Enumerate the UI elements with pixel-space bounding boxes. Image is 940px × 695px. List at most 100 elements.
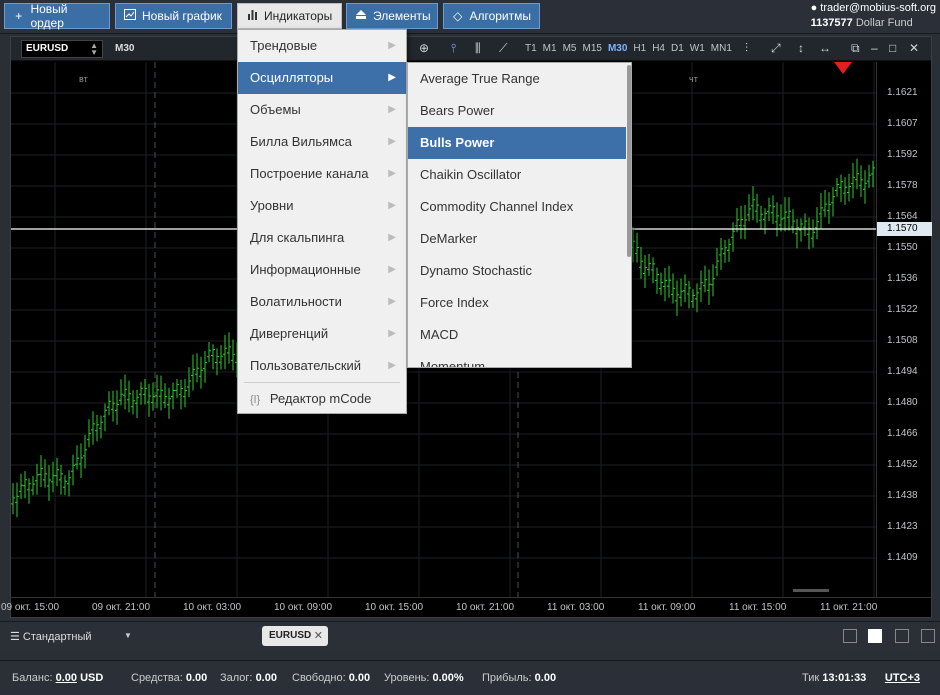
layout-single-icon[interactable] [843,629,857,643]
layout-grid-icon[interactable] [868,629,882,643]
popout-icon[interactable]: ⧉ [851,41,860,56]
account-row: 1137577 Dollar Fund [811,16,936,31]
indicators-button[interactable]: Индикаторы [237,3,342,29]
horizontal-scrollbar[interactable] [793,589,829,592]
indicators-label: Индикаторы [264,9,333,23]
time-tick-label: 11 окт. 09:00 [638,602,696,613]
free-margin: Свободно: 0.00 [292,672,371,684]
add-circle-icon[interactable]: ⊕ [419,41,429,55]
chevron-right-icon: ▶ [388,328,396,339]
indicator-category-item[interactable]: Уровни ▶ [238,190,406,222]
workspace-menu-icon[interactable]: ☰ Стандартный [10,630,92,643]
price-tick-label: 1.1494 [887,366,918,377]
layout-columns-icon[interactable] [895,629,909,643]
price-tick-label: 1.1452 [887,459,918,470]
time-tick-label: 11 окт. 03:00 [547,602,605,613]
chevron-right-icon: ▶ [388,360,396,371]
chevron-down-icon[interactable]: ▼ [124,631,132,640]
symbol-selector[interactable]: EURUSD ▲ ▼ [21,40,103,58]
price-tick-label: 1.1466 [887,428,918,439]
chevron-right-icon: ▶ [388,104,396,115]
close-icon[interactable]: ✕ [909,41,919,55]
price-tick-label: 1.1578 [887,180,918,191]
timeframe-m5[interactable]: M5 [563,43,577,54]
minimize-icon[interactable]: – [871,41,878,55]
oscillator-item[interactable]: DeMarker [408,223,626,255]
price-tick-label: 1.1480 [887,397,918,408]
oscillator-item[interactable]: Bears Power [408,95,626,127]
chart-icon [124,9,136,23]
oscillator-item[interactable]: Average True Range [408,63,626,95]
elements-button[interactable]: Элементы [346,3,438,29]
expand-diagonal-icon[interactable]: ⤢ [771,41,781,56]
price-tick-label: 1.1592 [887,149,918,160]
price-tick-label: 1.1522 [887,304,918,315]
user-info[interactable]: ● trader@mobius-soft.org 1137577 Dollar … [811,1,936,31]
indicator-category-label: Дивергенций [250,326,329,341]
indicator-category-item[interactable]: Пользовательский ▶ [238,350,406,382]
oscillator-item[interactable]: Force Index [408,287,626,319]
timeframe-m30[interactable]: M30 [608,43,627,54]
timeframe-m1[interactable]: M1 [543,43,557,54]
indicator-category-label: Пользовательский [250,358,362,373]
indicator-category-item[interactable]: Информационные ▶ [238,254,406,286]
timezone-selector[interactable]: UTC+3 [885,672,920,684]
candles-mode-icon[interactable]: ⫼ [475,41,481,56]
line-mode-icon[interactable]: ⟋ [499,41,507,56]
indicator-category-item[interactable]: Для скальпинга ▶ [238,222,406,254]
new-chart-button[interactable]: Новый график [115,3,232,29]
mcode-editor-item[interactable]: {ǀ} Редактор mCode [238,384,406,414]
timeframe-d1[interactable]: D1 [671,43,684,54]
time-tick-label: 11 окт. 15:00 [729,602,787,613]
timeframe-t1[interactable]: T1 [525,43,537,54]
timeframe-list: T1 M1 M5 M15 M30 H1 H4 D1 W1 MN1 [525,43,732,54]
alert-marker-icon [834,62,852,74]
indicator-category-item[interactable]: Объемы ▶ [238,94,406,126]
new-order-button[interactable]: + Новый ордер [4,2,110,30]
spinner-icon: ▲ ▼ [90,41,98,57]
oscillator-item[interactable]: Chaikin Oscillator [408,159,626,191]
indicator-category-item[interactable]: Дивергенций ▶ [238,318,406,350]
maximize-icon[interactable]: □ [889,41,896,55]
indicator-category-item[interactable]: Билла Вильямса ▶ [238,126,406,158]
chart-tab[interactable]: EURUSD ✕ [262,626,328,646]
timeframe-m15[interactable]: M15 [582,43,601,54]
new-order-label: Новый ордер [30,2,68,30]
algorithms-button[interactable]: ◇ Алгоритмы [443,3,540,29]
diamond-icon: ◇ [453,9,463,23]
close-tab-icon[interactable]: ✕ [314,629,323,642]
timeframe-mn1[interactable]: MN1 [711,43,732,54]
profit: Прибыль: 0.00 [482,672,557,684]
workspace-label: Стандартный [22,631,92,643]
elements-label: Элементы [373,9,431,23]
timeframe-w1[interactable]: W1 [690,43,705,54]
indicator-category-item[interactable]: Построение канала ▶ [238,158,406,190]
indicator-category-label: Билла Вильямса [250,134,352,149]
oscillator-item[interactable]: Commodity Channel Index [408,191,626,223]
horizontal-fit-icon[interactable]: ↔ [819,41,831,55]
indicator-category-item[interactable]: Трендовые ▶ [238,30,406,62]
timeframe-h4[interactable]: H4 [652,43,665,54]
indicator-category-label: Осцилляторы [250,70,334,85]
algorithms-label: Алгоритмы [469,9,531,23]
oscillator-item[interactable]: Bulls Power [408,127,626,159]
time-tick-label: 10 окт. 03:00 [183,602,242,613]
price-tick-label: 1.1423 [887,521,918,532]
chevron-right-icon: ▶ [388,136,396,147]
layout-rows-icon[interactable] [921,629,935,643]
oscillator-item[interactable]: Dynamo Stochastic [408,255,626,287]
price-axis[interactable]: 1.1570 1.1621 1.1607 1.1592 1.1578 1.1564 1.1… [876,62,932,597]
time-axis[interactable]: 09 окт. 15:00 09 окт. 21:00 10 окт. 03:00 1… [1,597,931,617]
oscillator-item[interactable]: Momentum [408,351,626,367]
indicator-category-label: Построение канала [250,166,369,181]
oscillator-item[interactable]: MACD [408,319,626,351]
settings-icon[interactable]: ⫶ [745,41,748,56]
time-tick-label: 09 окт. 15:00 [1,602,60,613]
indicator-category-item[interactable]: Осцилляторы ▶ [238,62,406,94]
bars-mode-icon[interactable]: ⫯ [451,41,456,56]
timeframe-h1[interactable]: H1 [633,43,646,54]
time-tick-label: 11 окт. 21:00 [820,602,878,613]
indicator-category-item[interactable]: Волатильности ▶ [238,286,406,318]
vertical-fit-icon[interactable]: ↕ [798,41,804,55]
submenu-scrollbar[interactable] [627,65,631,257]
